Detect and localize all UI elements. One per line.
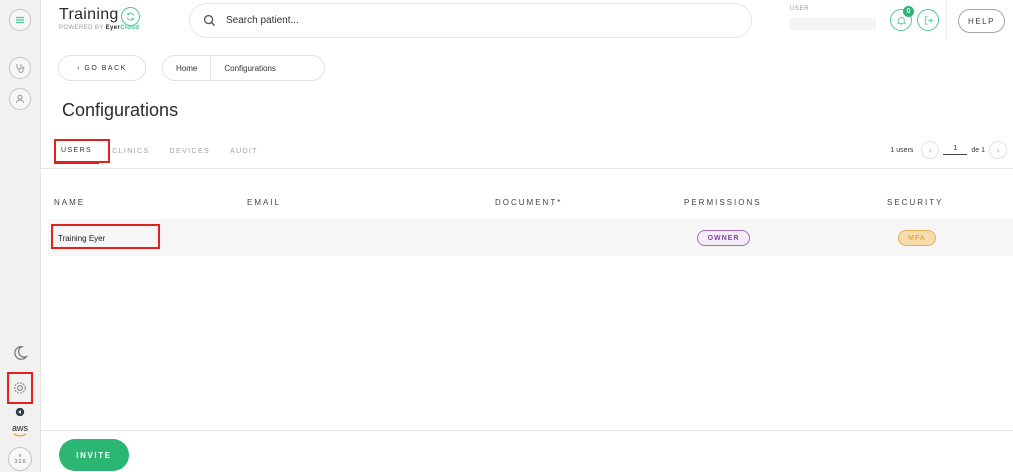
user-label: USER [790, 6, 810, 12]
menu-button[interactable] [9, 9, 31, 31]
user-icon [16, 94, 24, 104]
header-divider [946, 0, 947, 40]
column-header-permissions[interactable]: PERMISSIONS [684, 198, 762, 207]
prev-page-button[interactable]: ‹ [921, 141, 940, 159]
next-page-button[interactable]: › [989, 141, 1007, 159]
tabs-divider [41, 168, 1013, 169]
app: aws v 3.2.6 Training POWERED BY EyerClou… [0, 0, 1013, 472]
breadcrumb-configurations[interactable]: Configurations [210, 55, 289, 81]
users-count: 1 users [890, 146, 914, 154]
page-title: Configurations [62, 100, 179, 120]
column-header-security[interactable]: SECURITY [887, 198, 943, 207]
security-badge: MFA [898, 230, 936, 246]
notification-badge: 0 [903, 6, 914, 17]
version-number: 3.2.6 [14, 459, 26, 465]
aws-logo-text: aws [11, 423, 28, 433]
table-row[interactable] [48, 219, 1013, 256]
page-number-input[interactable]: 1 [943, 145, 968, 155]
pagination: 1 users ‹ 1 de 1 › [890, 141, 1007, 159]
moon-icon [14, 346, 29, 360]
patients-button[interactable] [9, 57, 31, 79]
settings-highlight [7, 372, 33, 404]
tab-devices[interactable]: DEVICES [163, 138, 218, 164]
notifications-button[interactable]: 0 [890, 6, 914, 31]
brand-subtitle: POWERED BY EyerCloud [59, 25, 139, 31]
tab-clinics[interactable]: CLINICS [105, 138, 156, 164]
users-tab-highlight [54, 139, 110, 163]
dark-mode-toggle[interactable] [9, 342, 31, 364]
logout-icon [924, 15, 933, 25]
tab-audit[interactable]: AUDIT [223, 138, 265, 164]
eyercloud-name: EyerCloud [105, 25, 140, 31]
powered-by-text: POWERED BY [59, 25, 104, 31]
breadcrumb-home[interactable]: Home [163, 55, 210, 81]
page-total: de 1 [971, 146, 985, 154]
footer-divider [41, 430, 1013, 431]
go-back-button[interactable]: ‹ GO BACK [58, 55, 146, 81]
user-name-placeholder [790, 18, 876, 30]
brand: Training POWERED BY EyerCloud [59, 6, 140, 31]
permission-badge: OWNER [697, 230, 750, 246]
sidebar: aws v 3.2.6 [0, 0, 41, 472]
user-info: USER [790, 6, 878, 32]
hamburger-icon [16, 16, 24, 24]
version-badge: v 3.2.6 [8, 447, 32, 471]
sync-button[interactable] [121, 7, 140, 26]
column-header-document[interactable]: DOCUMENT* [495, 198, 562, 207]
profile-button[interactable] [9, 88, 31, 110]
aws-logo: aws [9, 421, 31, 439]
search-input[interactable] [226, 15, 626, 26]
column-header-email[interactable]: EMAIL [247, 198, 281, 207]
help-button[interactable]: HELP [958, 9, 1005, 33]
invite-button[interactable]: INVITE [59, 439, 129, 471]
logout-button[interactable] [917, 9, 939, 31]
eyer-logo-icon [15, 407, 25, 417]
search-bar[interactable] [189, 3, 752, 38]
stethoscope-icon [16, 64, 25, 73]
chevron-right-icon: › [996, 145, 1000, 155]
breadcrumb: Home Configurations [162, 55, 325, 81]
aws-smile-icon [13, 433, 27, 437]
search-icon [203, 14, 216, 27]
eyer-logo [9, 404, 31, 420]
user-name-highlight [51, 224, 160, 249]
sync-icon [126, 12, 135, 21]
column-header-name[interactable]: NAME [54, 198, 85, 207]
chevron-left-icon: ‹ [928, 145, 932, 155]
